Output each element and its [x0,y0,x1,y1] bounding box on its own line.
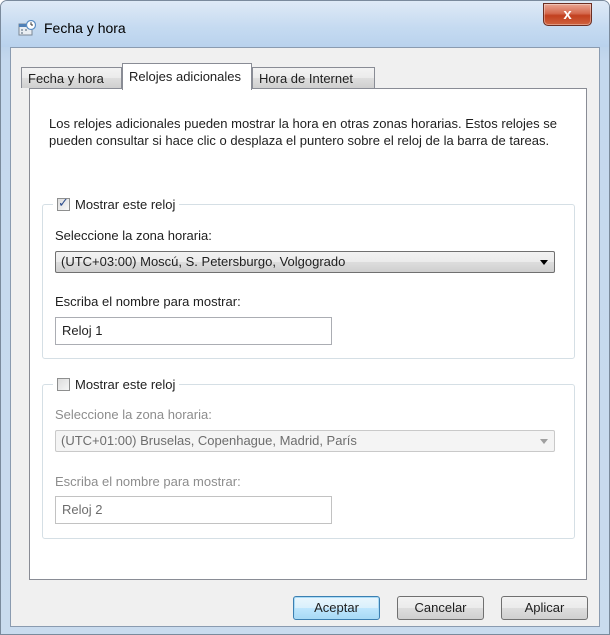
clock1-timezone-dropdown[interactable]: (UTC+03:00) Moscú, S. Petersburgo, Volgo… [55,251,555,273]
dialog-client-area: Fecha y hora Relojes adicionales Hora de… [10,47,600,627]
tab-page-relojes-adicionales: Los relojes adicionales pueden mostrar l… [29,88,587,580]
clock1-timezone-label: Seleccione la zona horaria: [55,228,212,243]
clock1-header: ✓ Mostrar este reloj [53,194,180,213]
clock2-name-value: Reloj 2 [62,502,103,517]
close-button[interactable]: x [543,3,592,26]
tab-hora-de-internet[interactable]: Hora de Internet [252,67,375,88]
clock2-name-label: Escriba el nombre para mostrar: [55,474,241,489]
close-icon: x [563,6,572,23]
checkmark-icon: ✓ [58,194,69,210]
clock2-timezone-dropdown[interactable]: (UTC+01:00) Bruselas, Copenhague, Madrid… [55,430,555,452]
clock2-checkbox[interactable] [57,377,70,391]
dropdown-arrow-icon [540,439,548,444]
title-bar[interactable]: Fecha y hora x [1,1,609,47]
clock-app-icon [18,20,36,36]
clock1-checkbox[interactable]: ✓ [57,194,70,211]
window-title: Fecha y hora [44,20,126,36]
dropdown-arrow-icon [540,260,548,265]
intro-text: Los relojes adicionales pueden mostrar l… [49,116,557,148]
dialog-window: Fecha y hora x Fecha y hora Relojes adic… [0,0,610,635]
clock2-group: Mostrar este reloj Seleccione la zona ho… [42,375,575,539]
apply-button[interactable]: Aplicar [501,596,588,620]
clock1-group: ✓ Mostrar este reloj Seleccione la zona … [42,195,575,359]
clock1-name-input[interactable]: Reloj 1 [55,317,332,345]
clock2-timezone-label: Seleccione la zona horaria: [55,407,212,422]
accept-button[interactable]: Aceptar [293,596,380,620]
clock2-timezone-value: (UTC+01:00) Bruselas, Copenhague, Madrid… [61,433,357,448]
clock1-name-value: Reloj 1 [62,323,103,338]
tab-relojes-adicionales[interactable]: Relojes adicionales [122,63,252,90]
clock2-header: Mostrar este reloj [53,375,180,393]
clock1-timezone-value: (UTC+03:00) Moscú, S. Petersburgo, Volgo… [61,254,346,269]
tab-fecha-y-hora[interactable]: Fecha y hora [21,67,122,88]
clock1-name-label: Escriba el nombre para mostrar: [55,294,241,309]
cancel-button[interactable]: Cancelar [397,596,484,620]
clock2-checkbox-label[interactable]: Mostrar este reloj [75,377,175,392]
clock1-checkbox-label[interactable]: Mostrar este reloj [75,197,175,212]
clock2-name-input[interactable]: Reloj 2 [55,496,332,524]
